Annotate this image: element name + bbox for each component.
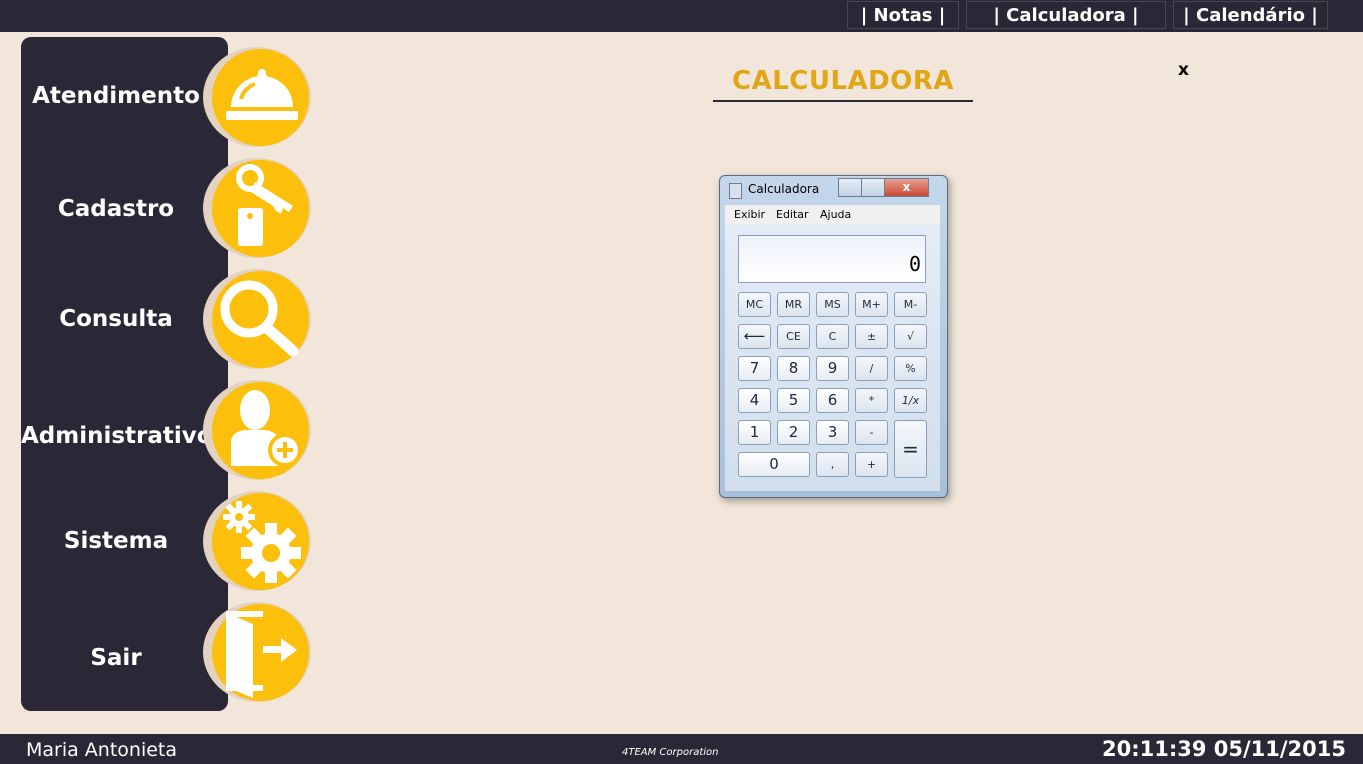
- nav-calendario-link[interactable]: | Calendário |: [1173, 1, 1328, 29]
- key-add[interactable]: +: [855, 452, 888, 477]
- key-1[interactable]: 1: [738, 420, 771, 445]
- key-multiply[interactable]: *: [855, 388, 888, 413]
- key-8[interactable]: 8: [777, 356, 810, 381]
- key-m-plus[interactable]: M+: [855, 292, 888, 317]
- minimize-button[interactable]: [838, 178, 862, 197]
- nav-notas-link[interactable]: | Notas |: [847, 1, 959, 29]
- sidebar-item-administrativo[interactable]: Administrativo: [21, 423, 213, 449]
- sidebar-item-cadastro[interactable]: Cadastro: [21, 196, 211, 222]
- key-mc[interactable]: MC: [738, 292, 771, 317]
- calculator-window-title: Calculadora: [748, 182, 820, 196]
- page-title: CALCULADORA: [732, 66, 954, 96]
- key-sqrt[interactable]: √: [894, 324, 927, 349]
- magnifier-icon: [220, 280, 299, 357]
- sidebar-item-consulta[interactable]: Consulta: [21, 306, 211, 332]
- title-underline: [713, 100, 973, 102]
- atendimento-button[interactable]: [203, 47, 311, 147]
- date-time: 20:11:39 05/11/2015: [1101, 737, 1346, 761]
- sistema-button[interactable]: [203, 491, 311, 591]
- key-comma[interactable]: ,: [816, 452, 849, 477]
- calculator-body: 0 MC MR MS M+ M- ⟵ CE C ± √ 7 8 9 / % 4 …: [725, 224, 940, 491]
- key-ce[interactable]: CE: [777, 324, 810, 349]
- calculator-app-icon: [729, 183, 742, 199]
- sidebar-item-sair[interactable]: Sair: [21, 645, 211, 671]
- key-c[interactable]: C: [816, 324, 849, 349]
- key-reciprocal[interactable]: 1/x: [894, 388, 927, 413]
- close-button[interactable]: x: [1178, 60, 1189, 80]
- gears-icon: [223, 501, 301, 583]
- key-3[interactable]: 3: [816, 420, 849, 445]
- key-9[interactable]: 9: [816, 356, 849, 381]
- footer: Maria Antonieta 4TEAM Corporation 20:11:…: [0, 734, 1363, 764]
- key-5[interactable]: 5: [777, 388, 810, 413]
- key-percent[interactable]: %: [894, 356, 927, 381]
- key-plus-minus[interactable]: ±: [855, 324, 888, 349]
- top-bar: | Notas | | Calculadora | | Calendário |: [0, 0, 1363, 32]
- administrativo-button[interactable]: [203, 380, 311, 480]
- sair-button[interactable]: [203, 602, 311, 702]
- calculator-display: 0: [738, 235, 926, 283]
- sidebar-item-atendimento[interactable]: Atendimento: [21, 83, 211, 109]
- key-ms[interactable]: MS: [816, 292, 849, 317]
- key-4[interactable]: 4: [738, 388, 771, 413]
- maximize-button[interactable]: [861, 178, 885, 197]
- nav-calculadora-link[interactable]: | Calculadora |: [966, 1, 1166, 29]
- calculator-window: Calculadora x Exibir Editar Ajuda 0 MC M…: [719, 175, 948, 498]
- add-user-icon: [231, 390, 302, 467]
- consulta-button[interactable]: [203, 269, 311, 369]
- user-name: Maria Antonieta: [26, 739, 178, 761]
- sidebar: [21, 37, 228, 711]
- key-backspace[interactable]: ⟵: [738, 324, 771, 349]
- key-subtract[interactable]: -: [855, 420, 888, 445]
- key-tag-icon: [236, 164, 293, 246]
- key-7[interactable]: 7: [738, 356, 771, 381]
- key-divide[interactable]: /: [855, 356, 888, 381]
- sidebar-item-sistema[interactable]: Sistema: [21, 528, 211, 554]
- window-close-button[interactable]: x: [884, 178, 929, 197]
- key-m-minus[interactable]: M-: [894, 292, 927, 317]
- company-name: 4TEAM Corporation: [622, 747, 719, 758]
- key-0[interactable]: 0: [738, 452, 810, 477]
- calculator-menubar: Exibir Editar Ajuda: [725, 205, 940, 224]
- cadastro-button[interactable]: [203, 158, 311, 258]
- exit-door-icon: [226, 611, 297, 698]
- menu-editar[interactable]: Editar: [776, 208, 809, 221]
- menu-exibir[interactable]: Exibir: [734, 208, 765, 221]
- service-bell-icon: [226, 69, 298, 120]
- key-equals[interactable]: =: [894, 420, 927, 478]
- key-mr[interactable]: MR: [777, 292, 810, 317]
- key-2[interactable]: 2: [777, 420, 810, 445]
- key-6[interactable]: 6: [816, 388, 849, 413]
- menu-ajuda[interactable]: Ajuda: [820, 208, 851, 221]
